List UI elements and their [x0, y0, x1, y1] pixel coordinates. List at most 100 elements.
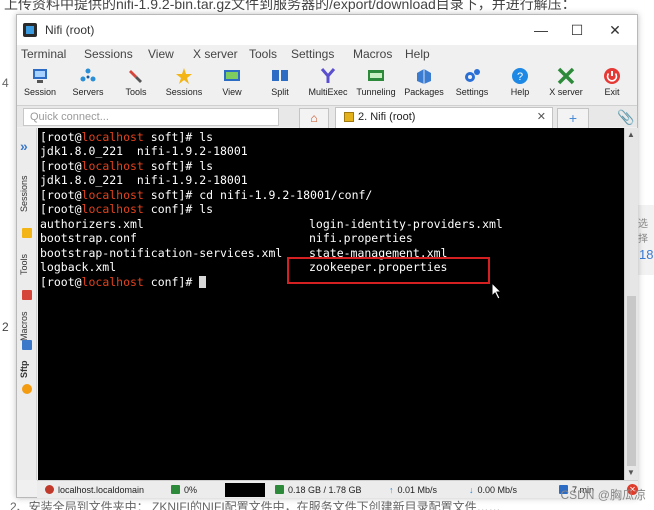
menu-sessions[interactable]: Sessions	[84, 47, 133, 61]
split-icon	[272, 70, 288, 81]
toolbar-xserver-button[interactable]: X server	[543, 65, 589, 103]
server-icon	[45, 485, 54, 494]
document-right-number: 18	[639, 247, 654, 262]
menu-bar: Terminal Sessions View X server Tools Se…	[17, 45, 637, 63]
menu-x-server[interactable]: X server	[193, 47, 238, 61]
tab-session-nifi[interactable]: 2. Nifi (root) ✕	[335, 107, 553, 128]
toolbar-label: View	[222, 87, 242, 97]
menu-help[interactable]: Help	[405, 47, 430, 61]
menu-terminal[interactable]: Terminal	[21, 47, 66, 61]
svg-text:?: ?	[517, 71, 523, 83]
terminal-scrollbar[interactable]: ▲ ▼	[624, 128, 638, 480]
expand-chevron-icon[interactable]: »	[20, 138, 28, 154]
attachment-icon[interactable]: 📎	[617, 109, 634, 126]
servers-icon	[80, 68, 96, 82]
view-icon	[224, 70, 240, 81]
toolbar-label: Tunneling	[356, 87, 396, 97]
close-button[interactable]: ✕	[597, 19, 633, 41]
terminal-line: jdk1.8.0_221 nifi-1.9.2-18001	[40, 144, 248, 158]
toolbar-split-button[interactable]: Split	[257, 65, 303, 103]
toolbar-tunneling-button[interactable]: Tunneling	[353, 65, 399, 103]
download-icon: ↓	[469, 485, 474, 495]
toolbar-label: Tools	[125, 87, 147, 97]
home-icon: ⌂	[310, 111, 318, 125]
file-entry: bootstrap.conf	[40, 231, 137, 245]
document-side-mark: 4	[2, 76, 9, 90]
menu-settings[interactable]: Settings	[291, 47, 334, 61]
toolbar-servers-button[interactable]: Servers	[65, 65, 111, 103]
scroll-down-icon[interactable]: ▼	[627, 468, 635, 477]
menu-view[interactable]: View	[148, 47, 174, 61]
menu-macros[interactable]: Macros	[353, 47, 392, 61]
tab-row: Quick connect... ⌂ 2. Nifi (root) ✕ + 📎	[17, 105, 637, 128]
status-upload: ↑ 0.01 Mb/s	[389, 485, 438, 495]
toolbar-sessions-button[interactable]: Sessions	[161, 65, 207, 103]
toolbar-label: MultiExec	[308, 87, 348, 97]
exit-icon	[604, 68, 620, 84]
terminal-line: jdk1.8.0_221 nifi-1.9.2-18001	[40, 173, 248, 187]
terminal-output[interactable]: [root@localhost soft]# ls jdk1.8.0_221 n…	[38, 128, 624, 480]
cpu-icon	[171, 485, 180, 494]
toolbar-label: Exit	[604, 87, 620, 97]
new-tab-button[interactable]: +	[557, 108, 589, 128]
sidebar-tab-sessions[interactable]: Sessions	[19, 168, 35, 220]
terminal-line: [root@localhost soft]# ls	[40, 159, 214, 173]
document-right-text: 选择	[638, 219, 648, 245]
scrollbar-thumb[interactable]	[627, 296, 636, 466]
toolbar-label: Help	[510, 87, 530, 97]
tools-icon	[22, 290, 32, 300]
menu-tools[interactable]: Tools	[249, 47, 277, 61]
file-entry: bootstrap-notification-services.xml	[40, 246, 283, 260]
sidebar-tab-tools[interactable]: Tools	[19, 244, 35, 284]
watermark: CSDN @胸瓜凉	[560, 488, 646, 502]
toolbar-exit-button[interactable]: Exit	[589, 65, 635, 103]
status-memory: 0.18 GB / 1.78 GB	[275, 485, 362, 495]
document-side-mark-2: 2	[2, 320, 9, 334]
toolbar-tools-button[interactable]: Tools	[113, 65, 159, 103]
terminal-prompt-line: [root@localhost conf]#	[40, 275, 207, 289]
star-icon	[176, 68, 192, 84]
mobaxterm-window: Nifi (root) — ☐ ✕ Terminal Sessions View…	[16, 14, 638, 498]
minimize-button[interactable]: —	[523, 19, 559, 41]
side-panel: » Sessions Tools Macros Sftp	[17, 128, 37, 480]
tools-icon	[129, 70, 142, 83]
toolbar-session-button[interactable]: Session	[17, 65, 63, 103]
file-entry: login-identity-providers.xml	[309, 217, 503, 231]
terminal-tab-icon	[344, 112, 354, 122]
maximize-button[interactable]: ☐	[559, 19, 595, 41]
mouse-pointer-icon	[491, 282, 503, 300]
toolbar-multiexec-button[interactable]: MultiExec	[305, 65, 351, 103]
document-bottom-text: 2、安装全局到文件夹中： ZKNIFI的NIFI配置文件中，在服务文件下创建新目…	[10, 500, 501, 510]
toolbar-settings-button[interactable]: Settings	[449, 65, 495, 103]
file-entry: authorizers.xml	[40, 217, 144, 231]
quick-connect-input[interactable]: Quick connect...	[23, 108, 279, 126]
toolbar-label: Sessions	[165, 87, 203, 97]
document-bottom-line: 2、安装全局到文件夹中： ZKNIFI的NIFI配置文件中，在服务文件下创建新目…	[0, 500, 654, 510]
sftp-icon	[22, 384, 32, 394]
tab-close-icon[interactable]: ✕	[537, 110, 546, 123]
multiexec-icon	[320, 68, 336, 83]
help-icon: ?	[512, 68, 528, 84]
title-bar[interactable]: Nifi (root) — ☐ ✕	[17, 15, 637, 45]
status-bar: localhost.localdomain 0% 0.18 GB / 1.78 …	[37, 480, 638, 498]
toolbar-label: Servers	[72, 87, 104, 97]
memory-icon	[275, 485, 284, 494]
toolbar-view-button[interactable]: View	[209, 65, 255, 103]
packages-icon	[417, 69, 431, 84]
terminal-line: [root@localhost soft]# ls	[40, 130, 214, 144]
xserver-icon	[557, 67, 575, 85]
status-cpu: 0%	[171, 485, 197, 495]
cpu-graph	[225, 483, 265, 497]
scroll-up-icon[interactable]: ▲	[627, 130, 635, 139]
home-tab[interactable]: ⌂	[299, 108, 329, 128]
highlight-box	[287, 257, 490, 284]
toolbar-label: Session	[23, 87, 57, 97]
toolbar-packages-button[interactable]: Packages	[401, 65, 447, 103]
toolbar-help-button[interactable]: ? Help	[497, 65, 543, 103]
toolbar-label: X server	[549, 87, 583, 97]
sidebar-tab-sftp[interactable]: Sftp	[19, 356, 35, 382]
tunneling-icon	[368, 70, 384, 81]
document-heading-text: 上传资料中提供的nifi-1.9.2-bin.tar.gz文件到服务器的/exp…	[4, 0, 576, 12]
document-right-panel: 选择 18	[636, 205, 654, 275]
terminal-line: [root@localhost conf]# ls	[40, 202, 214, 216]
